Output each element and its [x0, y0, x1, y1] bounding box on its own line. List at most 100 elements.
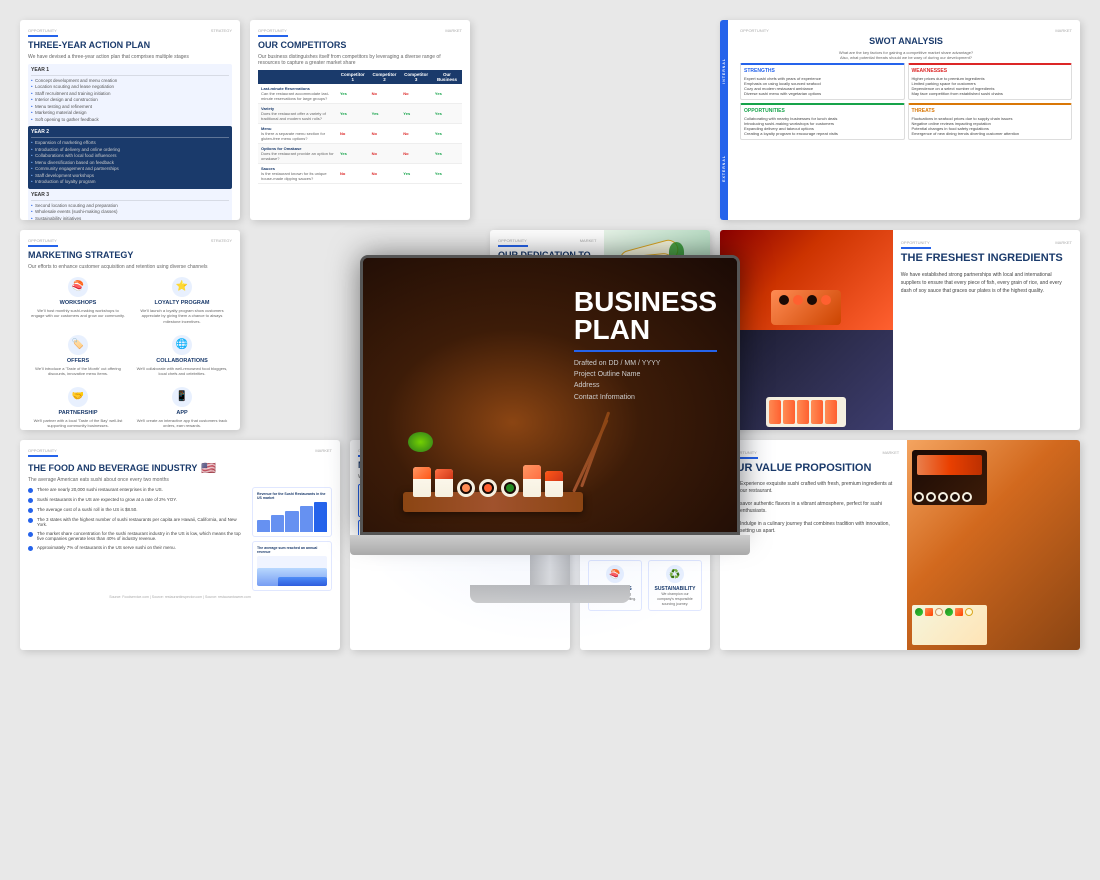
monitor-screen: BUSINESS PLAN Drafted on DD / MM / YYYY … — [360, 255, 740, 535]
slide-label-left: OPPORTUNITY — [28, 28, 57, 33]
bp-drafted: Drafted on DD / MM / YYYY — [574, 358, 717, 369]
swot-grid: STRENGTHS Expert sushi chefs with years … — [740, 63, 1072, 140]
o-item: Creating a loyalty program to encourage … — [744, 131, 901, 136]
partner-icon: 🤝 — [68, 387, 88, 407]
mkt-label-l: OPPORTUNITY — [28, 238, 57, 243]
loyalty-icon: ⭐ — [172, 277, 192, 297]
slide-action-plan: OPPORTUNITY STRATEGY THREE-YEAR ACTION P… — [20, 20, 240, 220]
app-title: APP — [135, 410, 229, 416]
table-row: Last-minute ReservationsCan the restaura… — [258, 84, 462, 104]
row-val: No — [337, 123, 369, 143]
app-icon: 📱 — [172, 387, 192, 407]
swot-threats: THREATS Fluctuations in seafood prices d… — [908, 103, 1073, 140]
ind-subtitle: The average American eats sushi about on… — [28, 477, 332, 483]
swot-q2: Also, what potential threats should we b… — [740, 55, 1072, 60]
y3-item3: Sustainability initiatives — [31, 216, 229, 220]
row-val: Yes — [369, 103, 401, 123]
comp-th-3: Competitor 3 — [400, 70, 432, 84]
row-val: Yes — [432, 143, 462, 163]
y1-item4: Interior design and construction — [31, 97, 229, 102]
comp-label-left: OPPORTUNITY — [258, 28, 287, 33]
t-item: Emergence of new dining trends diverting… — [912, 131, 1069, 136]
row-feature: VarietyDoes the restaurant offer a varie… — [258, 103, 337, 123]
table-row: MenuIs there a separate menu section for… — [258, 123, 462, 143]
mkt-subtitle: Our efforts to enhance customer acquisit… — [28, 264, 232, 270]
row-val: No — [400, 123, 432, 143]
monitor: BUSINESS PLAN Drafted on DD / MM / YYYY … — [340, 255, 760, 625]
stat4: The 3 states with the highest number of … — [28, 517, 244, 527]
swot-strengths: STRENGTHS Expert sushi chefs with years … — [740, 63, 905, 100]
row-val: Yes — [337, 103, 369, 123]
comp-th-2: Competitor 2 — [369, 70, 401, 84]
y1-item3: Staff recruitment and training initiatio… — [31, 91, 229, 96]
y1-item6: Marketing material design — [31, 110, 229, 115]
row-feature: Options for OmakaseDoes the restaurant p… — [258, 143, 337, 163]
stat-dot — [28, 546, 33, 551]
swot-title: SWOT ANALYSIS — [740, 36, 1072, 47]
mkt-partner: 🤝 PARTNERSHIP We'll partner with a local… — [28, 384, 128, 430]
partner-title: PARTNERSHIP — [31, 410, 125, 416]
ind-title: THE FOOD AND BEVERAGE INDUSTRY — [28, 463, 197, 474]
row-val: Yes — [432, 123, 462, 143]
swot-weaknesses: WEAKNESSES Higher prices due to premium … — [908, 63, 1073, 100]
partner-text: We'll partner with a local 'Taste of the… — [31, 418, 125, 429]
stat6: Approximately 7% of restaurants in the U… — [28, 545, 244, 551]
bp-contact: Contact Information — [574, 392, 717, 403]
fresh-text: We have established strong partnerships … — [901, 271, 1072, 295]
year2-col: YEAR 2 Expansion of marketing efforts In… — [28, 126, 232, 189]
mkt-workshops: 🍣 WORKSHOPS We'll host monthly sushi-mak… — [28, 274, 128, 328]
fresh-label-l: OPPORTUNITY — [901, 240, 930, 245]
monitor-stand-neck — [530, 555, 570, 585]
table-row: Options for OmakaseDoes the restaurant p… — [258, 143, 462, 163]
slide-subtitle: We have devised a three-year action plan… — [28, 54, 232, 60]
marketing-grid: 🍣 WORKSHOPS We'll host monthly sushi-mak… — [28, 274, 232, 430]
swot-s-label: STRENGTHS — [744, 68, 901, 74]
mkt-title: MARKETING STRATEGY — [28, 250, 232, 261]
monitor-screen-inner: BUSINESS PLAN Drafted on DD / MM / YYYY … — [363, 258, 737, 532]
table-row: VarietyDoes the restaurant offer a varie… — [258, 103, 462, 123]
monitor-bezel — [350, 535, 750, 555]
comp-th-feature — [258, 70, 337, 84]
year3-col: YEAR 3 Second location scouting and prep… — [28, 189, 232, 220]
row-val: Yes — [432, 103, 462, 123]
ind-label-l: OPPORTUNITY — [28, 448, 57, 453]
row-val: No — [369, 84, 401, 104]
row-val: Yes — [432, 163, 462, 183]
mkt-label-r: STRATEGY — [211, 238, 232, 243]
stat-dot — [28, 498, 33, 503]
w-item: May face competition from established su… — [912, 91, 1069, 96]
offers-title: OFFERS — [31, 358, 125, 364]
row-val: No — [400, 143, 432, 163]
swot-label-left: OPPORTUNITY — [740, 28, 769, 33]
s-item: Diverse sushi menu with vegetarian optio… — [744, 91, 901, 96]
row-val: No — [337, 163, 369, 183]
fresh-title: THE FRESHEST INGREDIENTS — [901, 252, 1072, 265]
offers-text: We'll introduce a 'Taste of the Month' c… — [31, 366, 125, 377]
slide-freshest: OPPORTUNITY MARKET THE FRESHEST INGREDIE… — [720, 230, 1080, 430]
business-plan-overlay: BUSINESS PLAN Drafted on DD / MM / YYYY … — [574, 288, 717, 403]
workshops-title: WORKSHOPS — [31, 300, 125, 306]
swot-label-right: MARKET — [1055, 28, 1072, 33]
stat-dot — [28, 508, 33, 513]
slide-competitors: OPPORTUNITY MARKET OUR COMPETITORS Our b… — [250, 20, 470, 220]
year1-label: YEAR 1 — [31, 67, 229, 76]
row-feature: SaucesIs the restaurant known for its un… — [258, 163, 337, 183]
year2-label: YEAR 2 — [31, 129, 229, 138]
swot-o-label: OPPORTUNITIES — [744, 108, 901, 114]
flag-icon: 🇺🇸 — [201, 461, 216, 475]
y2-item5: Community engagement and partnerships — [31, 166, 229, 171]
y2-item2: Introduction of delivery and online orde… — [31, 147, 229, 152]
y1-item5: Menu testing and refinement — [31, 104, 229, 109]
row-val: No — [369, 163, 401, 183]
comp-th-us: Our Business — [432, 70, 462, 84]
app-text: We'll create an interactive app that cus… — [135, 418, 229, 429]
workshops-text: We'll host monthly sushi-making workshop… — [31, 308, 125, 319]
comp-subtitle: Our business distinguishes itself from c… — [258, 54, 462, 66]
year1-col: YEAR 1 Concept development and menu crea… — [28, 64, 232, 127]
swot-opportunities: OPPORTUNITIES Collaborating with nearby … — [740, 103, 905, 140]
row-val: No — [369, 143, 401, 163]
row-val: No — [400, 84, 432, 104]
stat-dot — [28, 532, 33, 537]
slide-marketing: OPPORTUNITY STRATEGY MARKETING STRATEGY … — [20, 230, 240, 430]
stat1: There are nearly 20,000 sushi restaurant… — [28, 487, 244, 493]
